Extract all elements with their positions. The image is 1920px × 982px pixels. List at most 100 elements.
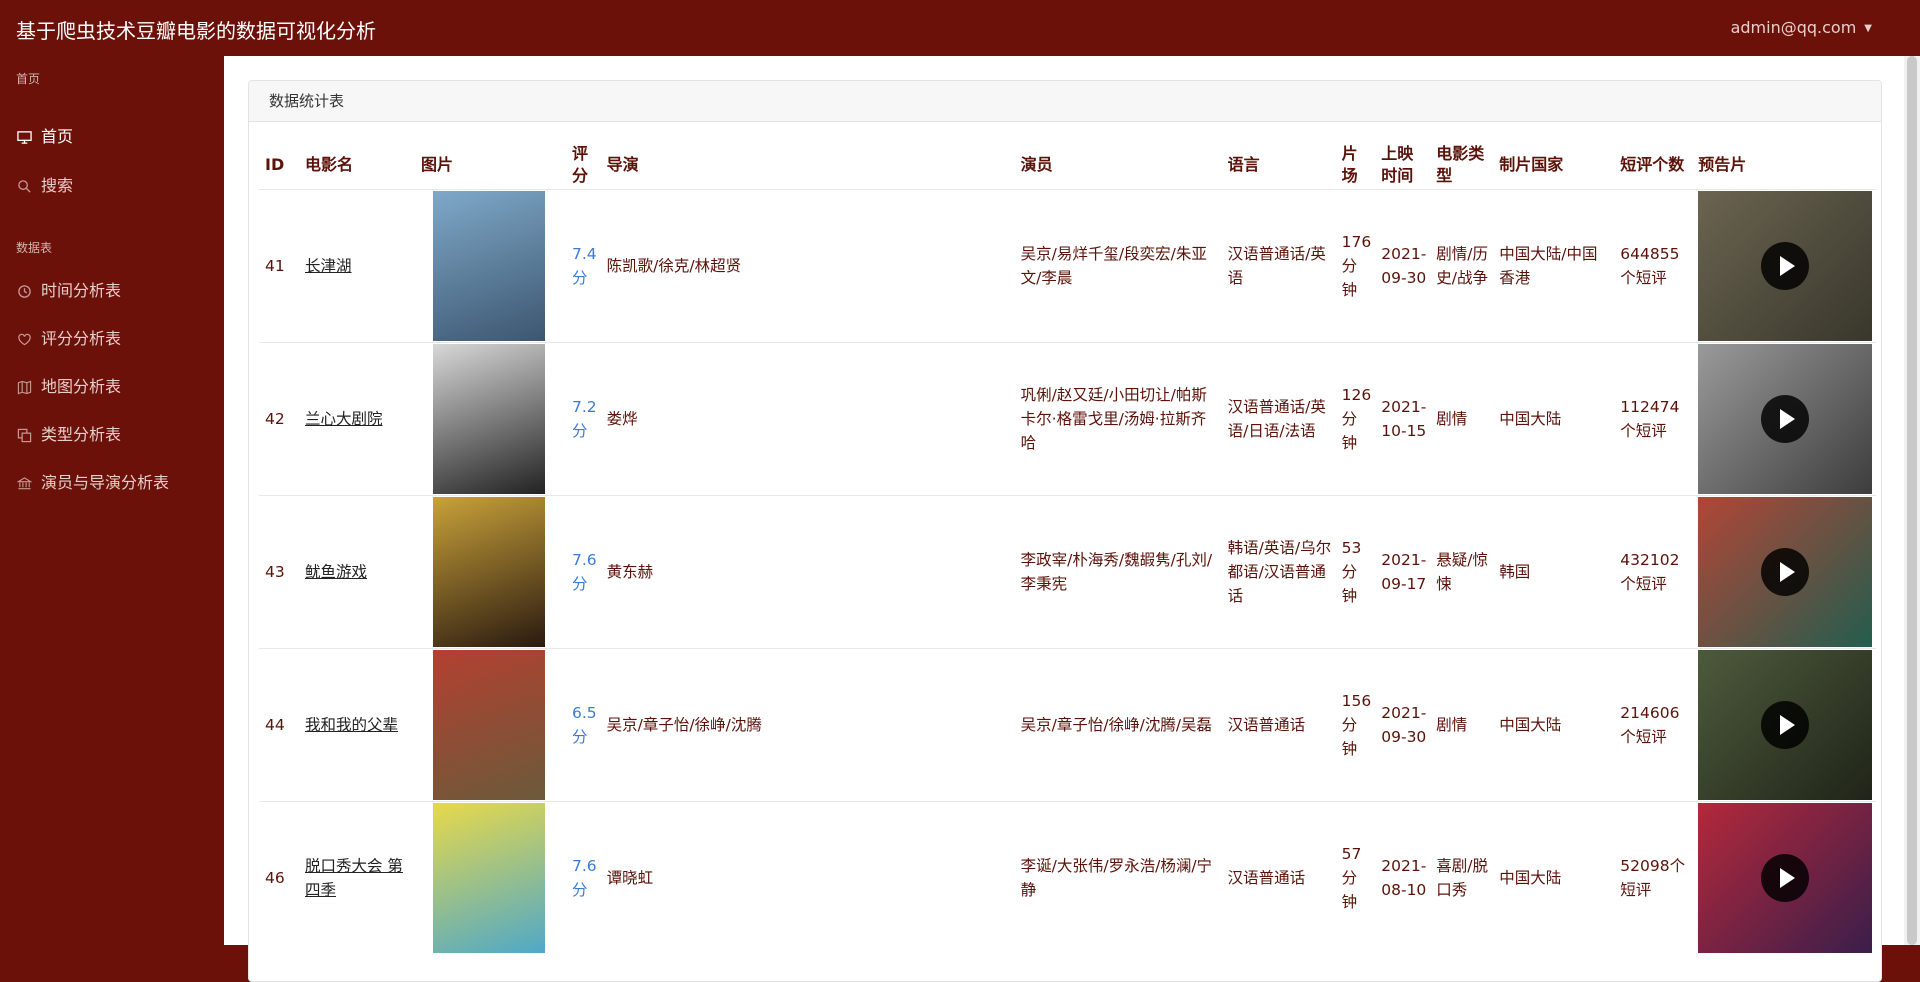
sidebar-item-label: 类型分析表 xyxy=(41,425,122,444)
movie-release-date: 2021-08-10 xyxy=(1375,801,1431,954)
sidebar-item-label: 搜索 xyxy=(41,176,74,195)
play-icon[interactable] xyxy=(1761,395,1810,443)
sidebar-item-label: 演员与导演分析表 xyxy=(41,473,170,492)
sidebar-section-charts: 数据表 xyxy=(16,241,53,255)
page-scrollbar[interactable] xyxy=(1904,56,1920,945)
movie-poster[interactable] xyxy=(433,650,545,800)
movie-table: ID 电影名 图片 评分 导演 演员 语言 片场 上映时间 电影类型 制片国家 … xyxy=(259,141,1877,954)
movie-language: 汉语普通话 xyxy=(1221,801,1336,954)
movie-comments: 214606个短评 xyxy=(1614,648,1693,802)
row-id: 42 xyxy=(259,342,299,496)
trailer-video[interactable] xyxy=(1698,650,1873,800)
card-title: 数据统计表 xyxy=(249,81,1881,122)
column-header-duration: 片场 xyxy=(1341,144,1358,185)
play-icon[interactable] xyxy=(1761,701,1810,749)
movie-comments: 432102个短评 xyxy=(1614,495,1693,649)
sidebar-item-type-analysis[interactable]: 类型分析表 xyxy=(16,420,121,450)
trailer-video[interactable] xyxy=(1698,497,1873,647)
sidebar-item-search[interactable]: 搜索 xyxy=(16,171,73,201)
movie-country: 中国大陆/中国香港 xyxy=(1493,189,1615,343)
movie-genre: 剧情 xyxy=(1430,342,1494,496)
column-header-score: 评分 xyxy=(572,144,589,185)
movie-genre: 剧情/历史/战争 xyxy=(1430,189,1494,343)
column-header-language: 语言 xyxy=(1227,155,1260,174)
play-icon[interactable] xyxy=(1761,548,1810,596)
sidebar-item-map-analysis[interactable]: 地图分析表 xyxy=(16,372,121,402)
movie-actors: 吴京/章子怡/徐峥/沈腾/吴磊 xyxy=(1014,648,1222,802)
scrollbar-thumb[interactable] xyxy=(1907,56,1917,945)
clock-icon xyxy=(16,283,32,299)
sidebar-item-score-analysis[interactable]: 评分分析表 xyxy=(16,324,121,354)
sidebar-item-home[interactable]: 首页 xyxy=(16,122,73,152)
play-icon[interactable] xyxy=(1761,242,1810,290)
movie-director: 陈凯歌/徐克/林超贤 xyxy=(600,189,1015,343)
column-header-director: 导演 xyxy=(606,155,639,174)
app-title[interactable]: 基于爬虫技术豆瓣电影的数据可视化分析 xyxy=(16,15,376,44)
movie-country: 韩国 xyxy=(1493,495,1615,649)
row-id: 46 xyxy=(259,801,299,954)
movie-poster[interactable] xyxy=(433,344,545,494)
movie-release-date: 2021-10-15 xyxy=(1375,342,1431,496)
movie-release-date: 2021-09-30 xyxy=(1375,189,1431,343)
column-header-id: ID xyxy=(265,155,285,174)
movie-director: 谭晓虹 xyxy=(600,801,1015,954)
movie-language: 汉语普通话/英语 xyxy=(1221,189,1336,343)
movie-title-link[interactable]: 脱口秀大会 第四季 xyxy=(305,857,403,899)
movie-language: 汉语普通话/英语/日语/法语 xyxy=(1221,342,1336,496)
sidebar-item-label: 时间分析表 xyxy=(41,281,122,300)
movie-poster[interactable] xyxy=(433,497,545,647)
table-row: 43 鱿鱼游戏 7.6分 黄东赫 李政宰/朴海秀/魏嘏隽/孔刘/李秉宪 韩语/英… xyxy=(259,495,1877,649)
movie-duration: 156分钟 xyxy=(1335,648,1376,802)
movie-comments: 112474个短评 xyxy=(1614,342,1693,496)
movie-score: 7.2分 xyxy=(566,342,601,496)
movie-actors: 吴京/易烊千玺/段奕宏/朱亚文/李晨 xyxy=(1014,189,1222,343)
bank-icon xyxy=(16,475,32,491)
movie-country: 中国大陆 xyxy=(1493,342,1615,496)
trailer-video[interactable] xyxy=(1698,344,1873,494)
data-table-card: 数据统计表 ID 电影名 图片 评分 导演 演员 语言 片场 上映时间 电影类型… xyxy=(248,80,1882,982)
table-header-row: ID 电影名 图片 评分 导演 演员 语言 片场 上映时间 电影类型 制片国家 … xyxy=(259,141,1876,190)
main-content: 数据统计表 ID 电影名 图片 评分 导演 演员 语言 片场 上映时间 电影类型… xyxy=(224,56,1904,982)
movie-title-link[interactable]: 兰心大剧院 xyxy=(305,410,383,428)
user-menu[interactable]: admin@qq.com ▼ xyxy=(1731,18,1872,37)
movie-country: 中国大陆 xyxy=(1493,801,1615,954)
trailer-video[interactable] xyxy=(1698,191,1873,341)
sidebar-item-time-analysis[interactable]: 时间分析表 xyxy=(16,276,121,306)
movie-actors: 巩俐/赵又廷/小田切让/帕斯卡尔·格雷戈里/汤姆·拉斯齐哈 xyxy=(1014,342,1222,496)
heart-icon xyxy=(16,331,32,347)
movie-title-link[interactable]: 鱿鱼游戏 xyxy=(305,563,367,581)
column-header-genre: 电影类型 xyxy=(1436,144,1485,185)
movie-language: 韩语/英语/乌尔都语/汉语普通话 xyxy=(1221,495,1336,649)
column-header-trailer: 预告片 xyxy=(1698,155,1747,174)
sidebar-item-actor-director-analysis[interactable]: 演员与导演分析表 xyxy=(16,468,169,498)
movie-score: 6.5分 xyxy=(566,648,601,802)
sidebar-item-label: 地图分析表 xyxy=(41,377,122,396)
movie-score: 7.4分 xyxy=(566,189,601,343)
map-icon xyxy=(16,379,32,395)
movie-duration: 176分钟 xyxy=(1335,189,1376,343)
column-header-title: 电影名 xyxy=(305,155,354,174)
movie-poster[interactable] xyxy=(433,191,545,341)
movie-duration: 57分钟 xyxy=(1335,801,1376,954)
movie-title-link[interactable]: 长津湖 xyxy=(305,257,352,275)
movie-director: 娄烨 xyxy=(600,342,1015,496)
row-id: 43 xyxy=(259,495,299,649)
column-header-country: 制片国家 xyxy=(1499,155,1564,174)
sidebar: 首页 首页 搜索 数据表 时间分析表 评分分析表 地图分析表 类型分析表 演员与… xyxy=(0,56,224,945)
movie-title-link[interactable]: 我和我的父辈 xyxy=(305,716,398,734)
table-row: 46 脱口秀大会 第四季 7.6分 谭晓虹 李诞/大张伟/罗永浩/杨澜/宁静 汉… xyxy=(259,801,1877,954)
sidebar-item-label: 首页 xyxy=(41,127,74,146)
movie-poster[interactable] xyxy=(433,803,545,953)
sidebar-item-label: 评分分析表 xyxy=(41,329,122,348)
movie-genre: 悬疑/惊悚 xyxy=(1430,495,1494,649)
movie-release-date: 2021-09-30 xyxy=(1375,648,1431,802)
table-row: 42 兰心大剧院 7.2分 娄烨 巩俐/赵又廷/小田切让/帕斯卡尔·格雷戈里/汤… xyxy=(259,342,1877,496)
movie-director: 黄东赫 xyxy=(600,495,1015,649)
trailer-video[interactable] xyxy=(1698,803,1873,953)
column-header-release-date: 上映时间 xyxy=(1381,144,1414,185)
movie-comments: 52098个短评 xyxy=(1614,801,1693,954)
movie-genre: 剧情 xyxy=(1430,648,1494,802)
column-header-actors: 演员 xyxy=(1020,155,1053,174)
play-icon[interactable] xyxy=(1761,854,1810,902)
movie-genre: 喜剧/脱口秀 xyxy=(1430,801,1494,954)
